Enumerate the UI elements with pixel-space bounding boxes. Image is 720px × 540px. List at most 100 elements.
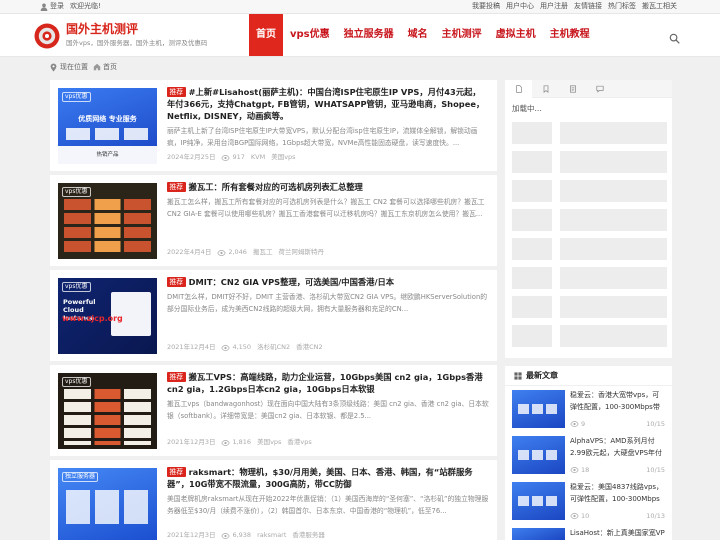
latest-post-title[interactable]: LisaHost：新上真美国家宽VP xyxy=(570,528,665,540)
post-title[interactable]: #上新#Lisahost(丽萨主机)：中国台湾ISP住宅原生IP VPS，月付4… xyxy=(167,87,484,121)
top-bar: 登录 欢迎光临! 我要投稿 用户中心 用户注册 友情链接 热门标签 搬瓦工相关 xyxy=(0,0,720,14)
post-title[interactable]: DMIT：CN2 GIA VPS整理，可选美国/中国香港/日本 xyxy=(189,277,395,287)
latest-post-title[interactable]: AlphaVPS：AMD系列月付2.99欧元起，大硬盘VPS年付1... xyxy=(570,436,665,459)
post-tag[interactable]: 香港CN2 xyxy=(296,343,323,352)
latest-posts-widget: 最新文章 稳爱云：香港大宽带vps，可弹性配置，100-300Mbps带宽...… xyxy=(505,366,672,540)
post-body: 推荐 搬瓦工VPS：高端线路，助力企业运营，10Gbps美国 cn2 gia，1G… xyxy=(167,371,489,422)
nav-item-virtual-hosting[interactable]: 虚拟主机 xyxy=(489,14,543,56)
eye-icon xyxy=(221,344,231,351)
post-thumbnail[interactable]: 独立服务器 xyxy=(58,468,157,540)
post-card: 独立服务器 推荐 raksmart：物理机，$30/月用美，美国、日本、香港、韩国… xyxy=(50,460,497,540)
friend-links-link[interactable]: 友情链接 xyxy=(574,0,602,13)
site-title[interactable]: 国外主机测评 xyxy=(66,22,138,37)
post-body: 推荐 raksmart：物理机，$30/月用美，美国、日本、香港、韩国，有“站群服… xyxy=(167,466,489,517)
post-tag[interactable]: 荷兰阿姆斯特丹 xyxy=(278,248,324,257)
latest-post-title[interactable]: 稳爱云：香港大宽带vps，可弹性配置，100-300Mbps带宽... xyxy=(570,390,665,413)
latest-post-body: AlphaVPS：AMD系列月付2.99欧元起，大硬盘VPS年付1... 18 … xyxy=(570,436,665,474)
post-meta: 2021年12月3日 6,938 raksmart 香港服务器 xyxy=(167,531,325,540)
latest-post-thumbnail[interactable] xyxy=(512,482,565,520)
bookmark-icon[interactable] xyxy=(532,80,559,98)
post-title[interactable]: 搬瓦工：所有套餐对应的可选机房列表汇总整理 xyxy=(189,182,363,192)
comment-icon[interactable] xyxy=(586,80,613,98)
thumbnail-graphic xyxy=(66,128,149,140)
user-icon xyxy=(40,3,48,11)
thumbnail-label: vps优惠 xyxy=(62,377,91,387)
post-card: vps优惠 优质网络 专业服务 热销产品 推荐 #上新#Lisahost(丽萨主机… xyxy=(50,80,497,171)
post-views: 917 xyxy=(232,153,245,161)
placeholder-block xyxy=(512,325,552,347)
post-excerpt: DMIT怎么样，DMIT好不好，DMIT 主营香港、洛杉矶大带宽CN2 GIA … xyxy=(167,293,488,313)
post-tag[interactable]: 搬瓦工 xyxy=(253,248,273,257)
post-excerpt: 美国老牌机房raksmart从现在开始2022年优惠促销：（1）美国西海岸的“圣… xyxy=(167,495,489,515)
breadcrumb: 现在位置 首页 xyxy=(50,60,117,74)
location-pin-icon xyxy=(50,63,57,72)
thumbnail-graphic xyxy=(64,389,151,445)
site-logo[interactable] xyxy=(34,23,60,49)
breadcrumb-label: 现在位置 xyxy=(60,63,88,71)
post-thumbnail[interactable]: vps优惠 Powerful Cloud Instance www.zjcp.o… xyxy=(58,278,157,354)
latest-post-thumbnail[interactable] xyxy=(512,528,565,540)
latest-post-thumbnail[interactable] xyxy=(512,390,565,428)
widget-title: 最新文章 xyxy=(526,371,558,380)
nav-item-dedicated-servers[interactable]: 独立服务器 xyxy=(337,14,401,56)
post-views: 1,816 xyxy=(232,438,252,446)
loading-text: 加载中... xyxy=(512,104,542,113)
placeholder-row xyxy=(512,122,667,144)
latest-post-body: LisaHost：新上真美国家宽VP xyxy=(570,528,665,540)
latest-post-thumbnail[interactable] xyxy=(512,436,565,474)
file-icon[interactable] xyxy=(559,80,586,98)
thumbnail-graphic xyxy=(66,490,149,524)
post-tag[interactable]: 香港服务器 xyxy=(292,531,325,540)
thumbnail-label: vps优惠 xyxy=(62,187,91,197)
latest-post-title[interactable]: 稳爱云：美国4837线路vps，可弹性配置，100-300Mbps带宽... xyxy=(570,482,665,505)
post-tag[interactable]: 美国vps xyxy=(257,438,281,447)
post-title[interactable]: raksmart：物理机，$30/月用美，美国、日本、香港、韩国，有“站群服务器… xyxy=(167,467,473,489)
eye-icon xyxy=(570,512,579,519)
register-link[interactable]: 用户注册 xyxy=(540,0,568,13)
thumbnail-watermark: www.zjcp.org xyxy=(62,314,123,323)
nav-item-host-reviews[interactable]: 主机测评 xyxy=(435,14,489,56)
document-icon[interactable] xyxy=(505,80,532,98)
post-tag[interactable]: raksmart xyxy=(257,531,286,540)
post-heading: 推荐 raksmart：物理机，$30/月用美，美国、日本、香港、韩国，有“站群服… xyxy=(167,466,489,490)
placeholder-bar xyxy=(560,296,667,318)
post-tag[interactable]: 洛杉矶CN2 xyxy=(257,343,290,352)
user-center-link[interactable]: 用户中心 xyxy=(506,0,534,13)
nav-item-vps-deals[interactable]: vps优惠 xyxy=(283,14,337,56)
recommend-badge: 推荐 xyxy=(167,87,186,97)
thumbnail-headline: 优质网络 专业服务 xyxy=(78,115,137,123)
nav-item-home[interactable]: 首页 xyxy=(249,14,283,56)
latest-post-meta: 10 10/13 xyxy=(570,511,665,520)
post-body: 推荐 DMIT：CN2 GIA VPS整理，可选美国/中国香港/日本 DMIT怎么… xyxy=(167,276,489,315)
post-thumbnail[interactable]: vps优惠 优质网络 专业服务 热销产品 xyxy=(58,88,157,164)
latest-post-views: 9 xyxy=(581,419,586,428)
latest-post-item: 稳爱云：美国4837线路vps，可弹性配置，100-300Mbps带宽... 1… xyxy=(512,482,665,520)
post-tag[interactable]: KVM xyxy=(251,153,265,162)
nav-item-tutorials[interactable]: 主机教程 xyxy=(543,14,597,56)
recommend-badge: 推荐 xyxy=(167,372,186,382)
post-heading: 推荐 搬瓦工VPS：高端线路，助力企业运营，10Gbps美国 cn2 gia，1G… xyxy=(167,371,489,395)
bandwagon-link[interactable]: 搬瓦工相关 xyxy=(642,0,677,13)
post-card: vps优惠 Powerful Cloud Instance www.zjcp.o… xyxy=(50,270,497,361)
nav-item-domains[interactable]: 域名 xyxy=(401,14,435,56)
hot-tags-link[interactable]: 热门标签 xyxy=(608,0,636,13)
latest-post-date: 10/15 xyxy=(646,465,665,474)
post-thumbnail[interactable]: vps优惠 xyxy=(58,373,157,449)
login-link[interactable]: 登录 xyxy=(50,0,64,13)
post-body: 推荐 #上新#Lisahost(丽萨主机)：中国台湾ISP住宅原生IP VPS，月… xyxy=(167,86,489,149)
search-icon[interactable] xyxy=(669,29,680,44)
placeholder-row xyxy=(512,209,667,231)
post-tag[interactable]: 美国vps xyxy=(271,153,295,162)
placeholder-block xyxy=(512,209,552,231)
latest-post-views: 18 xyxy=(581,465,590,474)
post-tag[interactable]: 香港vps xyxy=(287,438,311,447)
post-heading: 推荐 DMIT：CN2 GIA VPS整理，可选美国/中国香港/日本 xyxy=(167,276,489,288)
eye-icon xyxy=(570,420,579,427)
submit-post-link[interactable]: 我要投稿 xyxy=(472,0,500,13)
post-thumbnail[interactable]: vps优惠 xyxy=(58,183,157,259)
latest-post-date: 10/13 xyxy=(646,511,665,520)
post-title[interactable]: 搬瓦工VPS：高端线路，助力企业运营，10Gbps美国 cn2 gia，1Gbp… xyxy=(167,372,483,394)
top-bar-left: 登录 欢迎光临! xyxy=(40,0,101,13)
placeholder-block xyxy=(512,122,552,144)
breadcrumb-home-link[interactable]: 首页 xyxy=(103,62,117,72)
